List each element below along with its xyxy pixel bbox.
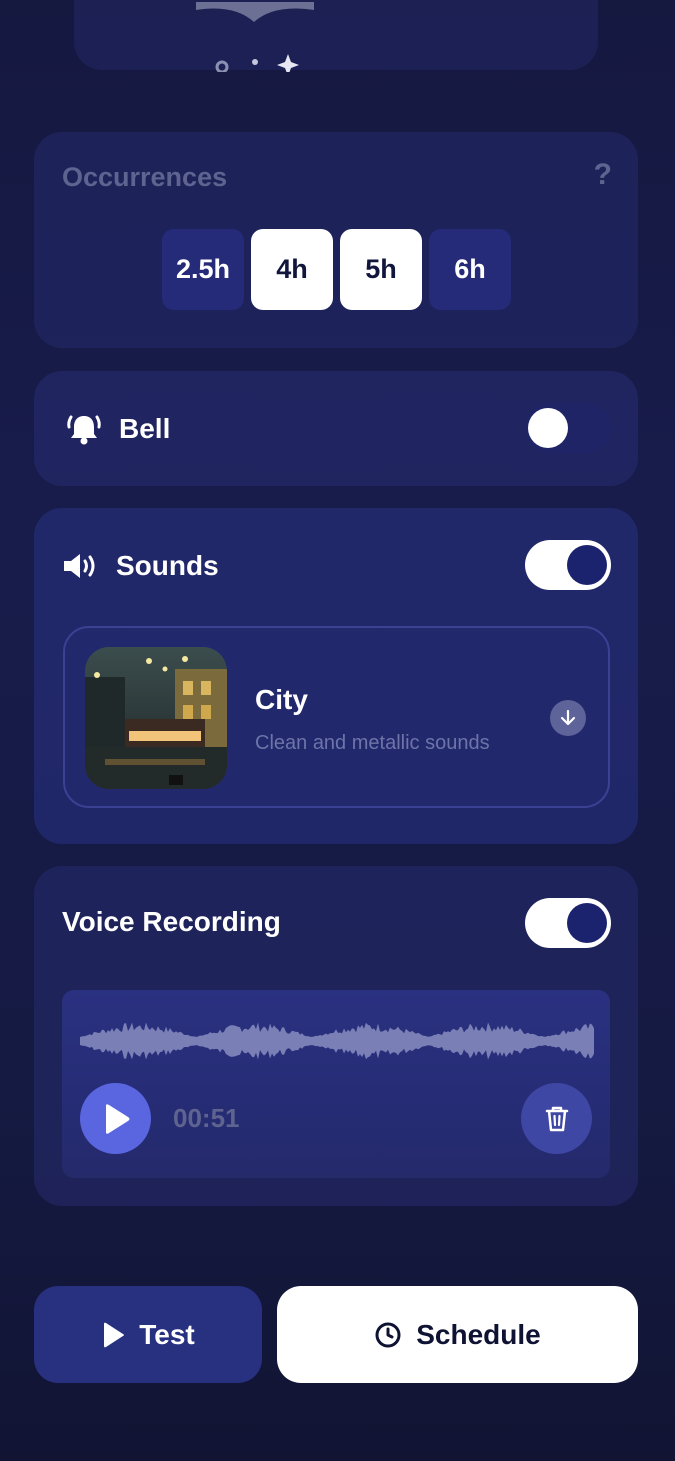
interval-chip-5h[interactable]: 5h [340, 229, 422, 310]
test-button[interactable]: Test [34, 1286, 262, 1383]
play-button[interactable] [80, 1083, 151, 1154]
play-icon [104, 1322, 125, 1347]
sound-subtitle: Clean and metallic sounds [255, 732, 490, 754]
clock-icon [375, 1322, 401, 1347]
interval-chip-group: 2.5h 4h 5h 6h [162, 229, 511, 310]
selected-sound-item[interactable]: City Clean and metallic sounds [63, 626, 610, 808]
voice-player: 00:51 [62, 990, 610, 1178]
toggle-knob [567, 903, 607, 943]
bell-ring-icon [67, 415, 101, 445]
waveform-shape [80, 1022, 594, 1060]
bell-card: Bell [34, 371, 638, 486]
recording-duration: 00:51 [173, 1103, 240, 1133]
interval-chip-4h[interactable]: 4h [251, 229, 333, 310]
schedule-button-label: Schedule [416, 1318, 541, 1350]
voice-recording-card: Voice Recording 00:51 [34, 866, 638, 1206]
download-button[interactable] [550, 700, 586, 736]
test-button-label: Test [139, 1318, 195, 1350]
sound-title: City [255, 684, 308, 715]
voice-recording-toggle[interactable] [525, 898, 611, 948]
voice-recording-label: Voice Recording [62, 906, 281, 937]
trash-icon [545, 1106, 568, 1131]
download-arrow-icon [560, 709, 576, 726]
schedule-button[interactable]: Schedule [277, 1286, 638, 1383]
delete-recording-button[interactable] [521, 1083, 592, 1154]
speaker-icon [64, 554, 95, 578]
help-button[interactable]: ? [594, 158, 612, 192]
occurrences-card: Occurrences ? 2.5h 4h 5h 6h [34, 132, 638, 348]
sounds-card: Sounds City Clean and metallic sounds [34, 508, 638, 844]
waveform [80, 1022, 594, 1060]
occurrences-title: Occurrences [62, 162, 228, 192]
bell-label: Bell [119, 413, 171, 444]
bell-toggle[interactable] [525, 403, 611, 453]
toggle-knob [528, 408, 568, 448]
interval-chip-2-5h[interactable]: 2.5h [162, 229, 244, 310]
illustration-card [74, 0, 598, 72]
play-icon [105, 1103, 129, 1134]
book-sparkles-icon [196, 2, 314, 72]
sounds-toggle[interactable] [525, 540, 611, 590]
interval-chip-6h[interactable]: 6h [429, 229, 511, 310]
sounds-label: Sounds [116, 550, 219, 581]
toggle-knob [567, 545, 607, 585]
city-thumbnail [85, 647, 227, 789]
